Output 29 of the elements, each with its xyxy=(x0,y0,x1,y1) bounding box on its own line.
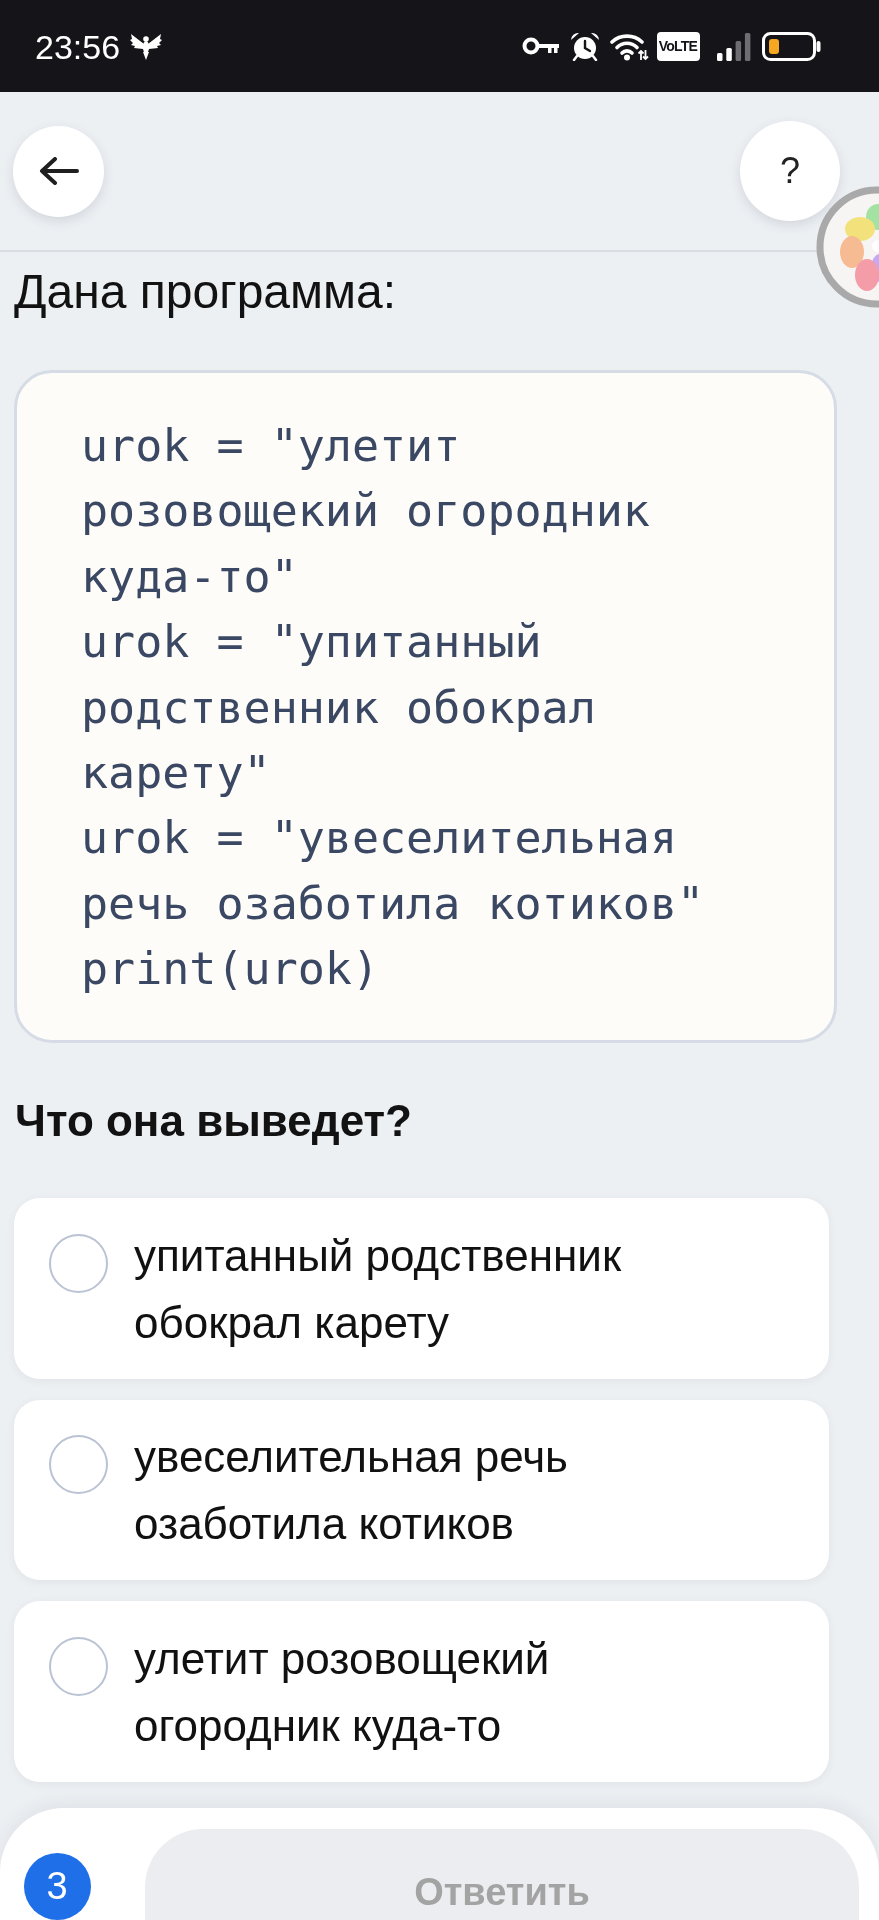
question-number-badge: 3 xyxy=(23,1852,91,1920)
answer-card[interactable]: упитанный родственник обокрал карету xyxy=(13,1198,829,1379)
petal-bubble-icon[interactable] xyxy=(816,186,879,308)
answer-text: упитанный родственник обокрал карету xyxy=(134,1229,623,1349)
code-line: карету" xyxy=(81,745,271,802)
answer-text: увеселительная речь озаботила котиков xyxy=(134,1431,570,1551)
alarm-clock-icon xyxy=(569,31,600,61)
answer-card[interactable]: улетит розовощекий огородник куда-то xyxy=(13,1601,829,1782)
back-arrow-icon xyxy=(38,157,79,185)
network-badge: VoLTE xyxy=(656,31,700,61)
clock-time: 23:56 xyxy=(35,27,121,67)
key-icon xyxy=(521,36,559,56)
wifi-icon xyxy=(609,31,649,61)
question-text: Что она выведет? xyxy=(15,1094,412,1147)
prompt-text: Дана программа: xyxy=(14,264,397,320)
answer-card[interactable]: увеселительная речь озаботила котиков xyxy=(13,1399,829,1581)
signal-icon xyxy=(717,31,751,61)
code-line: родственник обокрал xyxy=(81,679,596,736)
code-line: urok = "упитанный xyxy=(81,614,542,671)
battery-icon xyxy=(762,31,821,61)
code-line: print(urok) xyxy=(81,941,379,998)
eagle-icon xyxy=(130,31,163,61)
answer-text: улетит розовощекий огородник куда-то xyxy=(134,1632,551,1752)
code-line: розовощекий огородник xyxy=(81,483,650,540)
code-line: urok = "увеселительная xyxy=(81,810,678,867)
code-line: urok = "улетит xyxy=(81,418,461,474)
help-button[interactable]: ? xyxy=(740,121,840,221)
code-line: речь озаботила котиков" xyxy=(81,875,705,932)
code-line: куда-то" xyxy=(81,548,298,605)
